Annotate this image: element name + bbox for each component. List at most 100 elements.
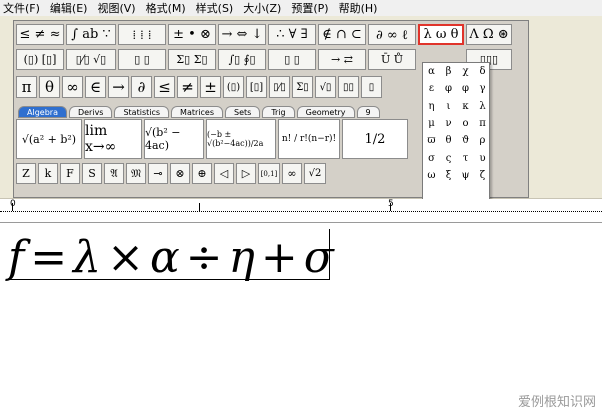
right-arrow-button[interactable]: → bbox=[108, 76, 129, 98]
element-of-button[interactable]: ∈ bbox=[85, 76, 106, 98]
template-quadratic[interactable]: (−b ± √(b²−4ac))/2a bbox=[206, 119, 276, 159]
greek-varsigma[interactable]: ς bbox=[446, 153, 452, 164]
menu-edit[interactable]: 编辑(E) bbox=[45, 0, 93, 16]
custom-f-button[interactable]: F bbox=[60, 163, 80, 184]
template-combination[interactable]: n! / r!(n−r)! bbox=[278, 119, 340, 159]
products-templates-button[interactable]: Ū Ů bbox=[368, 49, 416, 70]
partial-button[interactable]: ∂ bbox=[131, 76, 152, 98]
greek-tau[interactable]: τ bbox=[463, 153, 469, 164]
greek-psi[interactable]: ψ bbox=[462, 170, 470, 181]
greek-theta[interactable]: θ bbox=[445, 135, 451, 146]
custom-s-button[interactable]: S bbox=[82, 163, 102, 184]
menu-size[interactable]: 大小(Z) bbox=[238, 0, 286, 16]
plus-minus-button[interactable]: ± bbox=[200, 76, 221, 98]
custom-z-button[interactable]: Z bbox=[16, 163, 36, 184]
superscript-button[interactable]: ▯▯ bbox=[338, 76, 359, 98]
greek-gamma[interactable]: γ bbox=[480, 83, 486, 94]
custom-right-triangle-button[interactable]: ▷ bbox=[236, 163, 256, 184]
tab-sets[interactable]: Sets bbox=[225, 106, 261, 118]
menu-view[interactable]: 视图(V) bbox=[92, 0, 140, 16]
fraction-radical-templates-button[interactable]: ▯⁄▯ √▯ bbox=[66, 49, 116, 70]
equation[interactable]: f = λ × α ÷ η + σ bbox=[8, 229, 334, 285]
greek-omicron[interactable]: ο bbox=[462, 118, 468, 129]
greek-kappa[interactable]: κ bbox=[462, 101, 468, 112]
infinity-button[interactable]: ∞ bbox=[62, 76, 83, 98]
greek-rho[interactable]: ρ bbox=[480, 135, 486, 146]
summation-templates-button[interactable]: Σ▯ Σ▯ bbox=[168, 49, 216, 70]
tab-9[interactable]: 9 bbox=[356, 106, 380, 118]
bar-templates-button[interactable]: ▯ ▯ bbox=[268, 49, 316, 70]
arrows-palette-button[interactable]: → ⇔ ↓ bbox=[218, 24, 266, 45]
pi-button[interactable]: π bbox=[16, 76, 37, 98]
fence-templates-button[interactable]: (▯) [▯] bbox=[16, 49, 64, 70]
template-discriminant[interactable]: √(b² − 4ac) bbox=[144, 119, 204, 159]
custom-left-triangle-button[interactable]: ◁ bbox=[214, 163, 234, 184]
tab-statistics[interactable]: Statistics bbox=[114, 106, 170, 118]
greek-alpha[interactable]: α bbox=[428, 66, 435, 77]
greek-xi[interactable]: ξ bbox=[446, 170, 452, 181]
greek-varpi[interactable]: ϖ bbox=[427, 135, 435, 146]
greek-upsilon[interactable]: υ bbox=[479, 153, 485, 164]
greek-omega[interactable]: ω bbox=[427, 170, 435, 181]
custom-multimap-button[interactable]: ⊸ bbox=[148, 163, 168, 184]
spaces-ellipses-palette-button[interactable]: ∫ ab ∵ bbox=[66, 24, 116, 45]
menu-style[interactable]: 样式(S) bbox=[191, 0, 239, 16]
lowercase-greek-palette-button[interactable]: λ ω θ bbox=[418, 24, 464, 45]
tab-derivs[interactable]: Derivs bbox=[68, 106, 113, 118]
custom-fraktur-m-button[interactable]: 𝔐 bbox=[126, 163, 146, 184]
menu-preferences[interactable]: 预置(P) bbox=[286, 0, 333, 16]
custom-oplus-button[interactable]: ⊕ bbox=[192, 163, 212, 184]
equation-editor[interactable]: f = λ × α ÷ η + σ 爱例根知识网 bbox=[0, 223, 602, 414]
set-theory-palette-button[interactable]: ∉ ∩ ⊂ bbox=[318, 24, 366, 45]
operators-palette-button[interactable]: ± • ⊗ bbox=[168, 24, 216, 45]
tab-trig[interactable]: Trig bbox=[262, 106, 295, 118]
uppercase-greek-palette-button[interactable]: Λ Ω ⊛ bbox=[466, 24, 512, 45]
custom-k-button[interactable]: k bbox=[38, 163, 58, 184]
subscript-button[interactable]: ▯ bbox=[361, 76, 382, 98]
greek-phi[interactable]: φ bbox=[445, 83, 452, 94]
greek-lambda[interactable]: λ bbox=[479, 101, 485, 112]
greek-eta[interactable]: η bbox=[429, 101, 435, 112]
template-half[interactable]: 1/2 bbox=[342, 119, 408, 159]
greek-beta[interactable]: β bbox=[446, 66, 452, 77]
custom-fraktur-a-button[interactable]: 𝔄 bbox=[104, 163, 124, 184]
menu-help[interactable]: 帮助(H) bbox=[334, 0, 383, 16]
parentheses-button[interactable]: (▯) bbox=[223, 76, 244, 98]
greek-mu[interactable]: μ bbox=[428, 118, 435, 129]
tab-geometry[interactable]: Geometry bbox=[296, 106, 355, 118]
menu-format[interactable]: 格式(M) bbox=[141, 0, 191, 16]
not-equal-button[interactable]: ≠ bbox=[177, 76, 198, 98]
custom-interval-button[interactable]: [0,1] bbox=[258, 163, 280, 184]
logic-palette-button[interactable]: ∴ ∀ ∃ bbox=[268, 24, 316, 45]
fraction-button[interactable]: ▯⁄▯ bbox=[269, 76, 290, 98]
greek-sigma[interactable]: σ bbox=[428, 153, 435, 164]
custom-otimes-button[interactable]: ⊗ bbox=[170, 163, 190, 184]
greek-iota[interactable]: ι bbox=[447, 101, 451, 112]
less-equal-button[interactable]: ≤ bbox=[154, 76, 175, 98]
theta-button[interactable]: θ bbox=[39, 76, 60, 98]
greek-delta[interactable]: δ bbox=[479, 66, 485, 77]
tab-algebra[interactable]: Algebra bbox=[18, 106, 67, 118]
integral-templates-button[interactable]: ∫▯ ∮▯ bbox=[218, 49, 266, 70]
greek-nu[interactable]: ν bbox=[445, 118, 451, 129]
greek-varphi[interactable]: φ bbox=[462, 83, 469, 94]
sqrt-button[interactable]: √▯ bbox=[315, 76, 336, 98]
greek-chi[interactable]: χ bbox=[462, 66, 468, 77]
greek-pi[interactable]: π bbox=[479, 118, 486, 129]
relational-palette-button[interactable]: ≤ ≠ ≈ bbox=[16, 24, 64, 45]
greek-vartheta[interactable]: ϑ bbox=[462, 135, 469, 146]
brackets-button[interactable]: [▯] bbox=[246, 76, 267, 98]
custom-sqrt2-button[interactable]: √2 bbox=[304, 163, 326, 184]
greek-zeta[interactable]: ζ bbox=[480, 170, 485, 181]
labeled-arrow-templates-button[interactable]: → ⇄ bbox=[318, 49, 366, 70]
template-pythagoras[interactable]: √(a² + b²) bbox=[16, 119, 82, 159]
template-limit[interactable]: lim x→∞ bbox=[84, 119, 142, 159]
misc-symbols-palette-button[interactable]: ∂ ∞ ℓ bbox=[368, 24, 416, 45]
ruler[interactable]: 0 5 bbox=[0, 199, 602, 223]
custom-infinity-button[interactable]: ∞ bbox=[282, 163, 302, 184]
sum-button[interactable]: Σ▯ bbox=[292, 76, 313, 98]
menu-file[interactable]: 文件(F) bbox=[0, 0, 45, 16]
subscript-templates-button[interactable]: ▯ ▯ bbox=[118, 49, 166, 70]
greek-epsilon[interactable]: ε bbox=[429, 83, 434, 94]
tab-matrices[interactable]: Matrices bbox=[171, 106, 223, 118]
